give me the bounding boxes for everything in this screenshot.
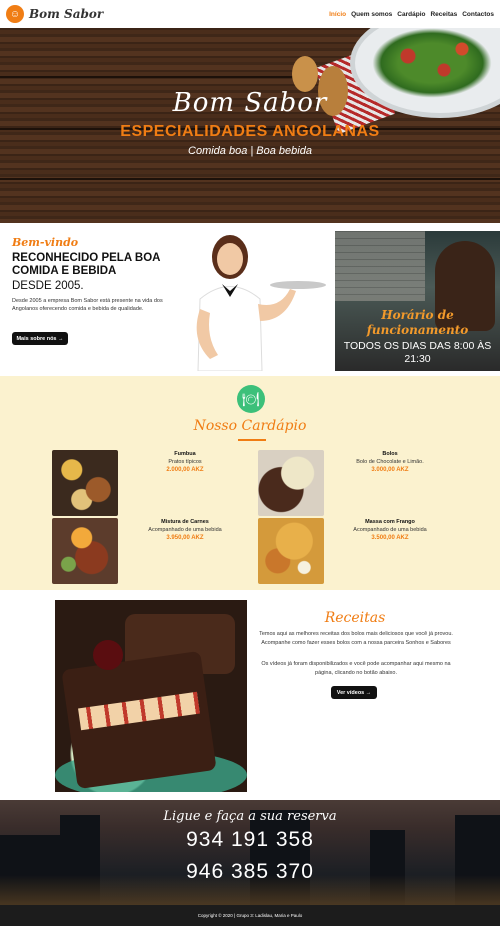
hero-banner: Bom Sabor ESPECIALIDADES ANGOLANAS Comid… [0,28,500,223]
nav-receitas[interactable]: Receitas [430,11,457,18]
menu-title-underline [238,439,266,441]
opening-hours-card: Horário de funcionamento TODOS OS DIAS D… [335,231,500,371]
waitress-image [196,235,326,371]
opening-hours-days: TODOS OS DIAS DAS 8:00 ÀS 21:30 [343,340,492,365]
phone-number-1[interactable]: 934 191 358 [0,828,500,852]
nav-quem-somos[interactable]: Quem somos [351,11,392,18]
wooden-spoon-image [292,56,318,92]
wood-plank-line [0,178,500,180]
reservation-section: Ligue e faça a sua reserva 934 191 358 9… [0,800,500,905]
menu-title: Nosso Cardápio [193,418,307,434]
dish-price: 2.000,00 AKZ [166,467,204,473]
welcome-text: Desde 2005 a empresa Bom Sabor está pres… [12,298,163,312]
dish-name: Fumbua [174,451,196,457]
cherry-image [93,640,123,670]
welcome-section: Bem-vindo RECONHECIDO PELA BOA COMIDA E … [0,223,500,376]
chef-hat-icon[interactable]: ☺ [6,5,24,23]
nav-contactos[interactable]: Contactos [462,11,494,18]
menu-section: 🍽 Nosso Cardápio Fumbua Pratos típicos 2… [0,376,500,590]
phone-number-2[interactable]: 946 385 370 [0,860,500,884]
nav-cardapio[interactable]: Cardápio [397,11,425,18]
nav-inicio[interactable]: Início [329,11,346,18]
welcome-script-title: Bem-vindo [12,236,79,249]
menu-item: Fumbua Pratos típicos 2.000,00 AKZ [125,450,245,474]
dish-description: Bolo de Chocolate e Limão. [356,459,424,465]
hero-title: Bom Sabor [172,88,328,118]
welcome-since: DESDE 2005. [12,280,84,292]
copyright-text: Copyright © 2020 | Grupo 3: Ladislau, Ma… [197,913,303,918]
recipes-text-2: Os vídeos já foram disponibilizados e vo… [261,661,451,676]
recipes-title: Receitas [324,610,386,626]
watch-videos-button[interactable]: Ver vídeos → [331,686,377,699]
more-about-us-button[interactable]: Mais sobre nós → [12,332,68,345]
recipes-text-1: Temos aqui as melhores receitas dos bolo… [259,631,453,646]
dish-name: Massa com Frango [365,519,415,525]
chocolate-cake-image [55,600,247,792]
menu-item: Mistura de Carnes Acompanhado de uma beb… [125,518,245,542]
main-nav: Início Quem somos Cardápio Receitas Cont… [329,11,494,18]
plate-cutlery-icon: 🍽 [237,385,265,413]
top-navbar: ☺ Bom Sabor Início Quem somos Cardápio R… [0,0,500,28]
dish-image-massa-com-frango[interactable] [258,518,324,584]
dish-description: Pratos típicos [168,459,202,465]
reservation-title: Ligue e faça a sua reserva [163,809,337,824]
dish-image-mistura-de-carnes[interactable] [52,518,118,584]
hero-tagline: Comida boa | Boa bebida [188,145,312,157]
opening-hours-title: Horário de funcionamento [366,308,469,337]
dish-price: 3.000,00 AKZ [371,467,409,473]
footer: Copyright © 2020 | Grupo 3: Ladislau, Ma… [0,905,500,926]
welcome-headline: RECONHECIDO PELA BOA COMIDA E BEBIDA [12,252,161,277]
brand-logo-text[interactable]: Bom Sabor [29,7,103,21]
menu-item: Massa com Frango Acompanhado de uma bebi… [330,518,450,542]
dish-image-bolos[interactable] [258,450,324,516]
menu-item: Bolos Bolo de Chocolate e Limão. 3.000,0… [330,450,450,474]
dish-image-fumbua[interactable] [52,450,118,516]
dish-description: Acompanhado de uma bebida [148,527,222,533]
brick-wall-image [335,231,425,301]
dish-description: Acompanhado de uma bebida [353,527,427,533]
dish-name: Bolos [382,451,398,457]
dish-name: Mistura de Carnes [161,519,209,525]
dish-price: 3.950,00 AKZ [166,535,204,541]
hero-subtitle: ESPECIALIDADES ANGOLANAS [120,123,380,140]
recipes-section: Receitas Temos aqui as melhores receitas… [0,590,500,800]
dish-price: 3.500,00 AKZ [371,535,409,541]
